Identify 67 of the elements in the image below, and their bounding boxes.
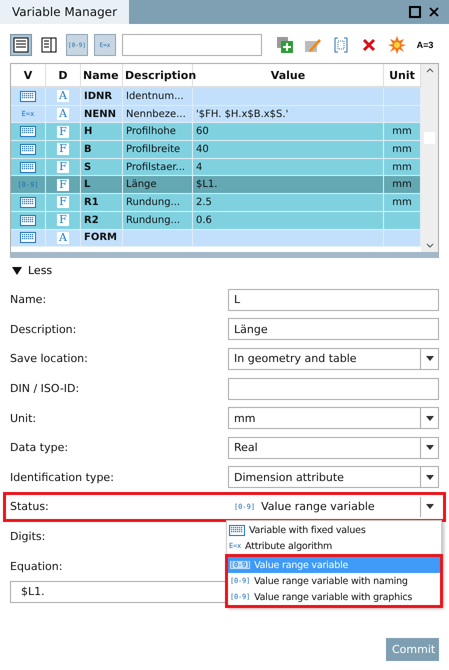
close-icon[interactable] [429, 7, 439, 17]
type-letter-icon: F [57, 178, 69, 191]
type-letter-icon: F [57, 196, 69, 208]
field-label: Status: [10, 500, 50, 514]
caret-icon [426, 416, 434, 421]
a-equals-button[interactable]: A=3 [414, 34, 436, 56]
caret-icon [426, 474, 434, 480]
add-button[interactable] [274, 34, 296, 56]
table-row[interactable]: A FORM [11, 230, 421, 248]
column-header[interactable]: V [11, 64, 46, 86]
table-row[interactable]: F S Profilstaer... 4 mm [11, 158, 421, 176]
triangle-icon [12, 266, 22, 274]
caret-icon [426, 445, 434, 450]
close-icon [362, 38, 376, 52]
field-label: Description: [10, 322, 78, 336]
select-field[interactable]: In geometry and table [228, 348, 439, 370]
table-grid-icon [20, 196, 36, 208]
field-label: Identification type: [10, 470, 115, 484]
type-letter-icon: F [57, 126, 69, 138]
field-label: Digits: [10, 530, 46, 544]
type-letter-icon: F [57, 143, 69, 156]
dropdown-option[interactable]: Variable with fixed values [227, 522, 441, 538]
table-row[interactable]: F H Profilhohe 60 mm [11, 123, 421, 142]
select-field[interactable]: Real [228, 436, 439, 459]
caret-icon [426, 504, 434, 510]
table-row[interactable]: F B Profilbreite 40 mm [11, 141, 421, 159]
description-cell [123, 230, 193, 248]
table-grid-icon [20, 126, 36, 138]
scrollbar[interactable] [421, 64, 438, 252]
text-field[interactable] [228, 378, 439, 400]
table-grid-icon [20, 90, 36, 102]
table-grid-icon [20, 144, 36, 155]
field-label: Equation: [10, 560, 64, 573]
burst-button[interactable] [386, 34, 408, 56]
scroll-up-icon[interactable] [426, 68, 434, 73]
type-letter-icon: A [57, 232, 69, 244]
search-field[interactable] [122, 34, 262, 56]
maximize-icon[interactable] [409, 6, 421, 18]
table-row[interactable]: A IDNR Identnum... [11, 88, 421, 106]
type-letter-icon: F [57, 214, 69, 226]
field-label: Name: [10, 293, 48, 306]
column-header[interactable]: D [46, 64, 81, 86]
text-field[interactable]: Länge [228, 318, 439, 340]
select-field[interactable]: Dimension attribute [228, 466, 439, 488]
field-label: Save location: [10, 352, 89, 366]
caret-icon [426, 356, 434, 362]
table-grid-icon [20, 232, 36, 244]
window-title: Variable Manager [0, 0, 129, 24]
field-label: Unit: [10, 412, 38, 425]
rows-view-button[interactable] [10, 34, 32, 56]
name-cell: FORM [81, 230, 123, 248]
type-letter-icon: A [57, 108, 69, 120]
table-grid-icon [20, 162, 36, 173]
field-label: Data type: [10, 441, 70, 454]
select-field[interactable]: mm [228, 407, 439, 430]
scroll-down-icon[interactable] [426, 243, 434, 248]
table-row[interactable]: F R2 Rundung... 0.6 [11, 212, 421, 230]
less-toggle[interactable]: Less [12, 264, 52, 277]
table-grid-icon [229, 524, 245, 536]
type-letter-icon: F [57, 161, 69, 174]
text-field[interactable]: L [228, 288, 439, 311]
column-header[interactable]: Name [81, 64, 123, 86]
type-letter-icon: A [57, 90, 69, 102]
field-label: DIN / ISO-ID: [10, 382, 80, 396]
table-grid-icon [20, 214, 36, 226]
column-header[interactable]: Description [123, 64, 193, 86]
table-row[interactable]: F R1 Rundung... 2.5 mm [11, 194, 421, 212]
